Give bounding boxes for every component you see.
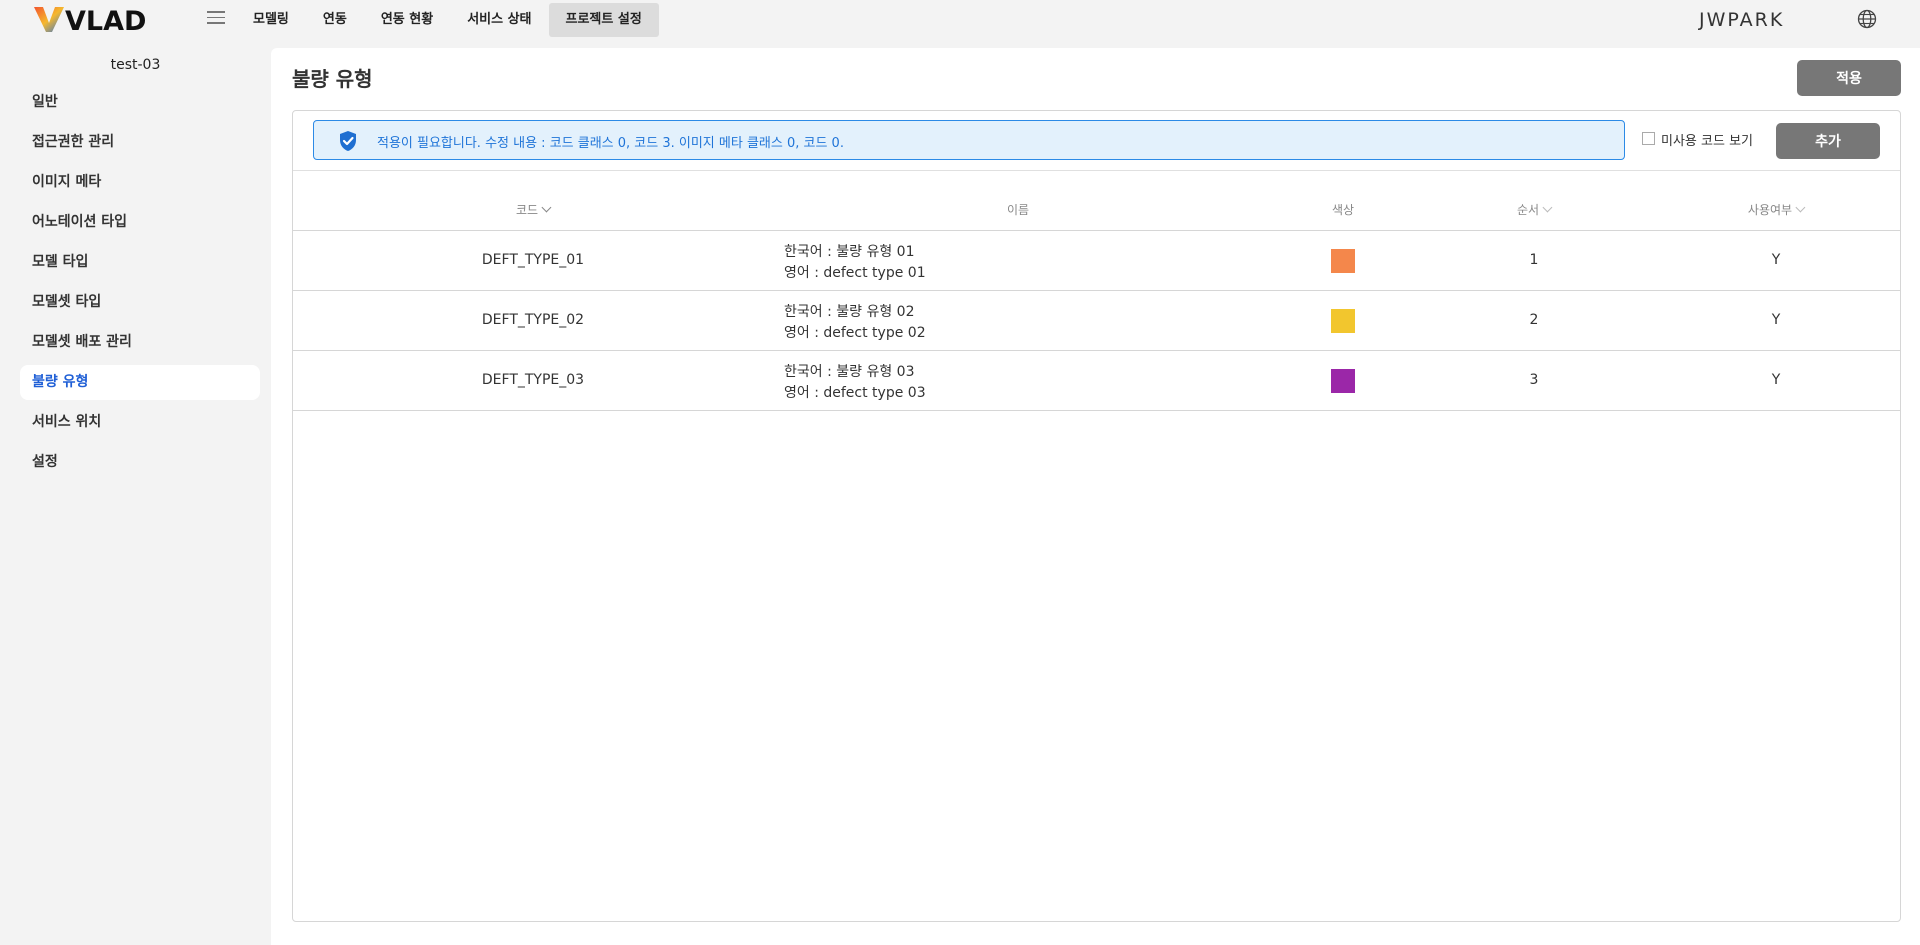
row-name-ko: 한국어 : 불량 유형 02 [784,304,915,320]
project-name: test-03 [110,57,161,73]
table-row[interactable]: DEFT_TYPE_01 한국어 : 불량 유형 01 영어 : defect … [293,232,1900,291]
sidebar-item-model-type[interactable]: 모델 타입 [20,245,260,280]
sidebar-item-settings[interactable]: 설정 [20,445,260,480]
column-header-code[interactable]: 코드 [515,201,552,218]
row-name-ko: 한국어 : 불량 유형 01 [784,244,915,260]
sidebar: test-03 일반 접근권한 관리 이미지 메타 어노테이션 타입 모델 타입… [0,40,271,945]
vlad-logo[interactable]: VLAD [34,5,162,33]
apply-required-alert: 적용이 필요합니다. 수정 내용 : 코드 클래스 0, 코드 3. 이미지 메… [313,120,1625,160]
row-used: Y [1771,252,1781,268]
user-name[interactable]: JWPARK [1699,9,1784,31]
nav-integration[interactable]: 연동 [306,3,364,37]
chevron-down-icon [1795,202,1806,213]
row-color-swatch [1331,249,1355,273]
row-name-en: 영어 : defect type 03 [784,385,926,401]
row-order: 2 [1529,312,1539,328]
row-name-en: 영어 : defect type 01 [784,265,926,281]
row-code: DEFT_TYPE_01 [481,252,585,268]
row-name: 한국어 : 불량 유형 02 영어 : defect type 02 [784,302,926,344]
page-title: 불량 유형 [292,67,373,91]
sidebar-item-access[interactable]: 접근권한 관리 [20,125,260,160]
svg-text:VLAD: VLAD [65,6,146,33]
column-header-code-label: 코드 [515,203,539,217]
column-header-used[interactable]: 사용여부 [1747,201,1806,218]
sidebar-menu: 일반 접근권한 관리 이미지 메타 어노테이션 타입 모델 타입 모델셋 타입 … [20,85,260,485]
chevron-down-icon [1542,202,1553,213]
column-header-color-label: 색상 [1331,203,1355,217]
hamburger-icon[interactable] [207,11,225,27]
top-nav: 모델링 연동 연동 현황 서비스 상태 프로젝트 설정 [236,3,659,37]
apply-button[interactable]: 적용 [1797,60,1901,96]
column-header-order-label: 순서 [1516,203,1540,217]
globe-icon[interactable] [1857,9,1877,29]
row-color-swatch [1331,309,1355,333]
sidebar-item-modelset-deploy[interactable]: 모델셋 배포 관리 [20,325,260,360]
row-name-ko: 한국어 : 불량 유형 03 [784,364,915,380]
sidebar-item-modelset-type[interactable]: 모델셋 타입 [20,285,260,320]
unused-code-checkbox[interactable] [1642,132,1655,145]
sidebar-item-annotation-type[interactable]: 어노테이션 타입 [20,205,260,240]
row-used: Y [1771,312,1781,328]
sidebar-item-service-location[interactable]: 서비스 위치 [20,405,260,440]
row-name: 한국어 : 불량 유형 03 영어 : defect type 03 [784,362,926,404]
defect-type-panel: 적용이 필요합니다. 수정 내용 : 코드 클래스 0, 코드 3. 이미지 메… [292,110,1901,922]
nav-project-settings[interactable]: 프로젝트 설정 [548,3,659,37]
row-name: 한국어 : 불량 유형 01 영어 : defect type 01 [784,242,926,284]
alert-message: 적용이 필요합니다. 수정 내용 : 코드 클래스 0, 코드 3. 이미지 메… [377,136,844,151]
sidebar-item-defect-type[interactable]: 불량 유형 [20,365,260,400]
sidebar-item-image-meta[interactable]: 이미지 메타 [20,165,260,200]
main-content: 불량 유형 적용 적용이 필요합니다. 수정 내용 : 코드 클래스 0, 코드… [271,48,1920,945]
row-used: Y [1771,372,1781,388]
row-code: DEFT_TYPE_03 [481,372,585,388]
chevron-down-icon [541,202,552,213]
row-name-en: 영어 : defect type 02 [784,325,926,341]
table-header: 코드 이름 색상 순서 사용여부 [293,171,1900,231]
row-code: DEFT_TYPE_02 [481,312,585,328]
unused-code-label[interactable]: 미사용 코드 보기 [1661,130,1753,149]
nav-modeling[interactable]: 모델링 [236,3,306,37]
column-header-name-label: 이름 [1006,203,1030,217]
column-header-color: 색상 [1332,201,1354,218]
column-header-used-label: 사용여부 [1747,203,1793,217]
top-bar: VLAD 모델링 연동 연동 현황 서비스 상태 프로젝트 설정 JWPARK [0,0,1920,40]
row-color-swatch [1331,369,1355,393]
row-order: 3 [1529,372,1539,388]
column-header-name: 이름 [1007,201,1029,218]
table-row[interactable]: DEFT_TYPE_03 한국어 : 불량 유형 03 영어 : defect … [293,352,1900,411]
nav-integration-status[interactable]: 연동 현황 [364,3,450,37]
shield-check-icon [340,131,356,151]
column-header-order[interactable]: 순서 [1516,201,1553,218]
table-row[interactable]: DEFT_TYPE_02 한국어 : 불량 유형 02 영어 : defect … [293,292,1900,351]
row-order: 1 [1529,252,1539,268]
nav-service-status[interactable]: 서비스 상태 [450,3,548,37]
add-button[interactable]: 추가 [1776,123,1880,159]
sidebar-item-general[interactable]: 일반 [20,85,260,120]
